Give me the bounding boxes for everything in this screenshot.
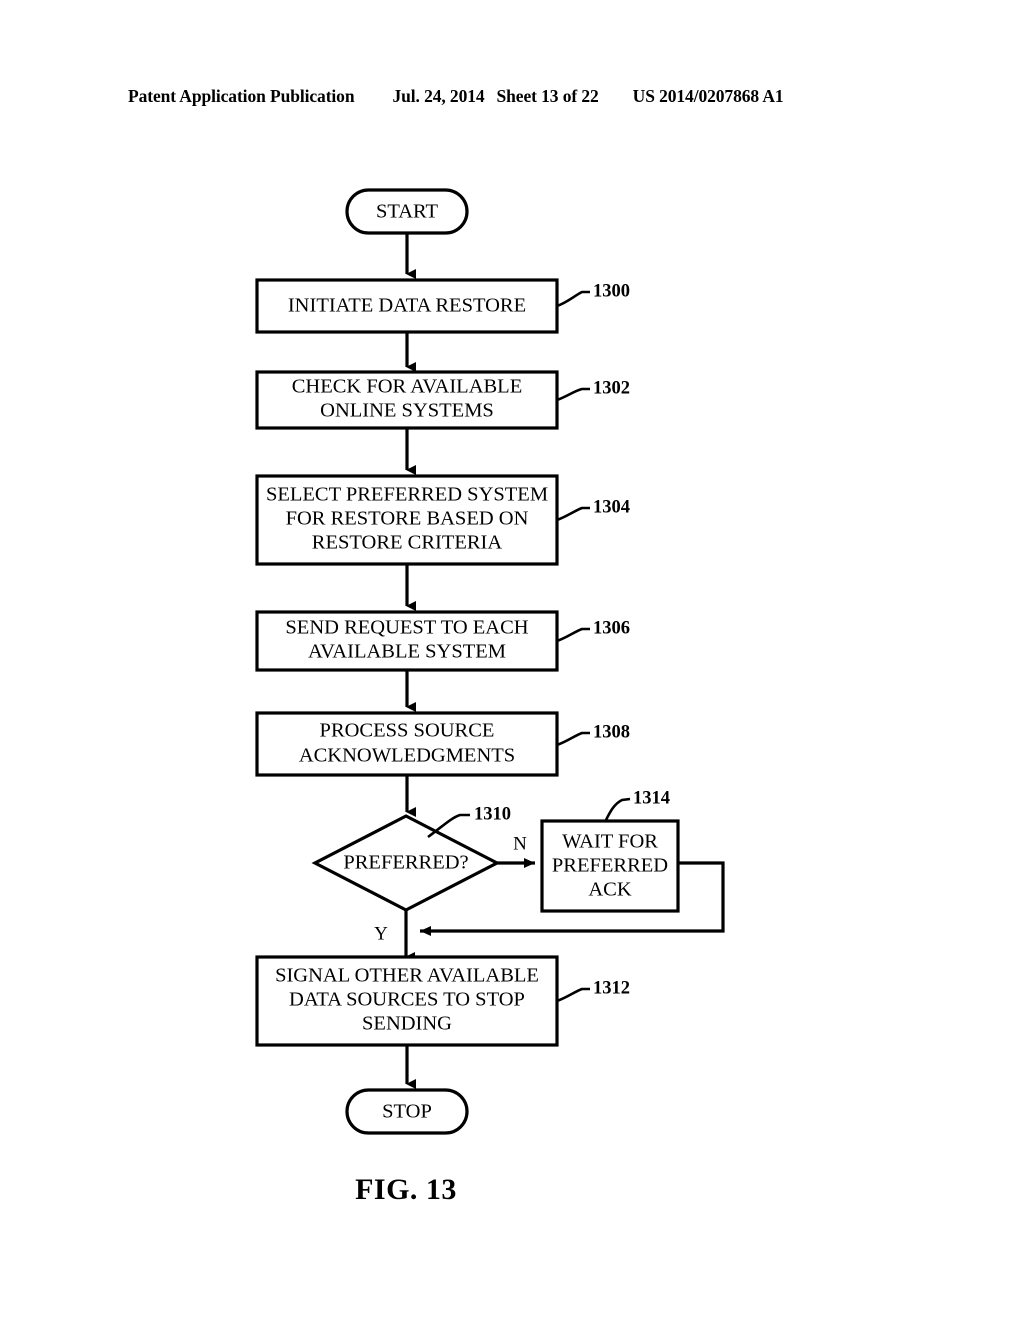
box-1308-label-line2: ACKNOWLEDGMENTS [299,745,515,767]
patent-figure: START INITIATE DATA RESTORE 1300 CHECK F… [0,0,1024,1320]
leader-line-1314 [604,797,631,821]
ref-number-1310: 1310 [474,804,511,824]
box-1304-label-line1: SELECT PREFERRED SYSTEM [266,484,548,506]
leader-line-1306 [556,627,590,643]
node-1308: PROCESS SOURCE ACKNOWLEDGMENTS 1308 [255,711,630,777]
box-1306-label-line1: SEND REQUEST TO EACH [285,617,528,639]
leader-line-1300 [556,290,590,308]
ref-number-1314: 1314 [633,788,670,808]
node-1304: SELECT PREFERRED SYSTEM FOR RESTORE BASE… [255,474,630,566]
ref-number-1302: 1302 [593,378,630,398]
box-1300-label-line1: INITIATE DATA RESTORE [288,295,526,317]
leader-line-1302 [556,387,590,402]
ref-number-1312: 1312 [593,978,630,998]
ref-number-1308: 1308 [593,722,630,742]
box-1312-label-line3: SENDING [362,1013,452,1035]
figure-caption: FIG. 13 [355,1173,457,1206]
leader-line-1312 [556,987,590,1003]
node-1302: CHECK FOR AVAILABLE ONLINE SYSTEMS 1302 [255,370,630,430]
decision-1310-label: PREFERRED? [343,852,468,874]
node-stop: STOP [345,1088,469,1135]
node-start: START [345,188,469,235]
box-1308-label-line1: PROCESS SOURCE [320,720,495,742]
node-1312: SIGNAL OTHER AVAILABLE DATA SOURCES TO S… [255,955,630,1047]
box-1314-label-line1: WAIT FOR [562,831,658,853]
box-1312-label-line1: SIGNAL OTHER AVAILABLE [275,965,539,987]
leader-line-1310 [427,813,470,839]
box-1304-label-line2: FOR RESTORE BASED ON [286,508,529,530]
ref-number-1304: 1304 [593,497,630,517]
box-1314-label-line3: ACK [588,879,631,901]
box-1306-label-line2: AVAILABLE SYSTEM [308,641,506,663]
branch-label-yes: Y [374,923,388,944]
box-1304-label-line3: RESTORE CRITERIA [312,532,503,554]
box-1314-label-line2: PREFERRED [552,855,668,877]
node-1310: PREFERRED? 1310 [311,804,511,912]
branch-label-no: N [513,833,527,854]
node-1314: WAIT FOR PREFERRED ACK 1314 [540,788,680,913]
leader-line-1304 [556,506,590,522]
stop-label: STOP [382,1101,432,1123]
ref-number-1300: 1300 [593,281,630,301]
node-1306: SEND REQUEST TO EACH AVAILABLE SYSTEM 13… [255,610,630,672]
start-label: START [376,201,439,223]
leader-line-1308 [556,731,590,747]
flowchart-diagram: START INITIATE DATA RESTORE 1300 CHECK F… [255,188,725,1206]
box-1302-label-line1: CHECK FOR AVAILABLE [292,376,522,398]
box-1302-label-line2: ONLINE SYSTEMS [320,400,494,422]
ref-number-1306: 1306 [593,618,630,638]
box-1312-label-line2: DATA SOURCES TO STOP [289,989,525,1011]
node-1300: INITIATE DATA RESTORE 1300 [255,278,630,334]
